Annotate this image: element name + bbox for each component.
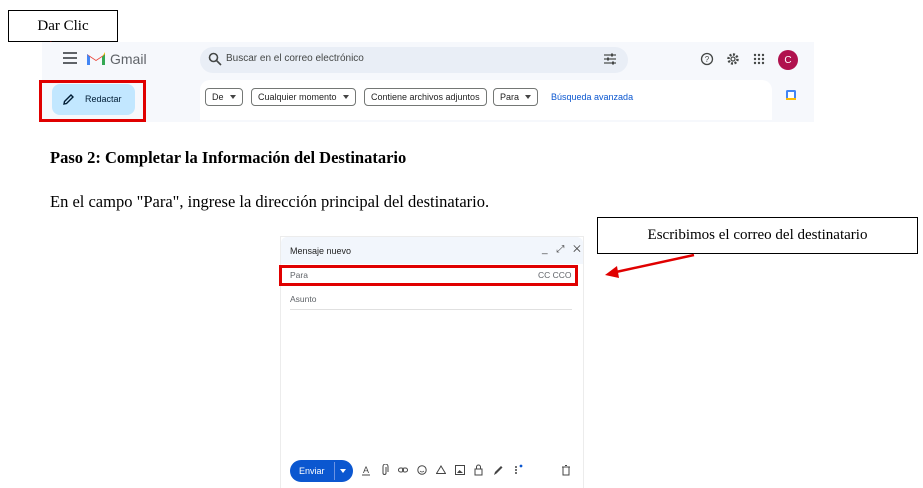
filter-chip-from[interactable]: De	[205, 88, 243, 106]
apps-grid-icon[interactable]	[752, 52, 766, 66]
drive-icon[interactable]	[436, 464, 446, 476]
filter-chip-label: Cualquier momento	[258, 92, 337, 102]
divider	[334, 462, 335, 480]
photo-icon[interactable]	[455, 464, 465, 476]
attach-icon[interactable]	[380, 464, 390, 476]
gmail-logo-icon	[87, 52, 105, 65]
menu-icon[interactable]	[63, 52, 77, 64]
compose-title: Mensaje nuevo	[290, 246, 352, 256]
send-label: Enviar	[299, 466, 325, 476]
chevron-down-icon	[342, 95, 349, 99]
chevron-down-icon	[525, 95, 532, 99]
chevron-down-icon	[229, 95, 236, 99]
window-controls[interactable]: _ ⤢ ✕	[542, 244, 584, 255]
subject-field[interactable]: Asunto	[290, 294, 316, 304]
lock-clock-icon[interactable]	[474, 464, 484, 476]
arrow-to-recipient	[615, 253, 695, 274]
help-icon[interactable]: ?	[700, 52, 714, 66]
emoji-icon[interactable]	[417, 464, 427, 476]
settings-icon[interactable]	[726, 52, 740, 66]
signature-icon[interactable]	[493, 464, 503, 476]
search-placeholder: Buscar en el correo electrónico	[226, 53, 364, 64]
filter-chip-time[interactable]: Cualquier momento	[251, 88, 356, 106]
arrow-head-recipient	[605, 266, 619, 278]
to-highlight-box	[279, 265, 578, 286]
svg-text:?: ?	[705, 55, 710, 64]
avatar[interactable]: C	[778, 50, 798, 70]
divider	[290, 309, 572, 310]
step-instruction: En el campo "Para", ingrese la dirección…	[50, 192, 490, 211]
link-icon[interactable]	[398, 464, 408, 476]
send-options-chevron-icon[interactable]	[340, 469, 346, 473]
search-options-icon[interactable]	[603, 52, 617, 66]
filter-chip-label: De	[212, 92, 224, 102]
calendar-icon[interactable]	[785, 89, 797, 101]
advanced-search-link[interactable]: Búsqueda avanzada	[551, 92, 633, 102]
trash-icon[interactable]	[561, 464, 571, 476]
filter-chip-label: Para	[500, 92, 520, 102]
svg-text:A: A	[363, 465, 369, 475]
compose-highlight-box	[39, 80, 146, 122]
more-options-icon[interactable]	[513, 464, 523, 476]
format-text-icon[interactable]: A	[361, 464, 371, 476]
filter-chip-label: Contiene archivos adjuntos	[371, 92, 480, 102]
step-heading: Paso 2: Completar la Información del Des…	[50, 148, 407, 167]
filter-chip-attachments[interactable]: Contiene archivos adjuntos	[364, 88, 487, 106]
search-icon[interactable]	[208, 52, 222, 66]
gmail-wordmark: Gmail	[110, 51, 147, 67]
filter-chip-to[interactable]: Para	[493, 88, 539, 106]
